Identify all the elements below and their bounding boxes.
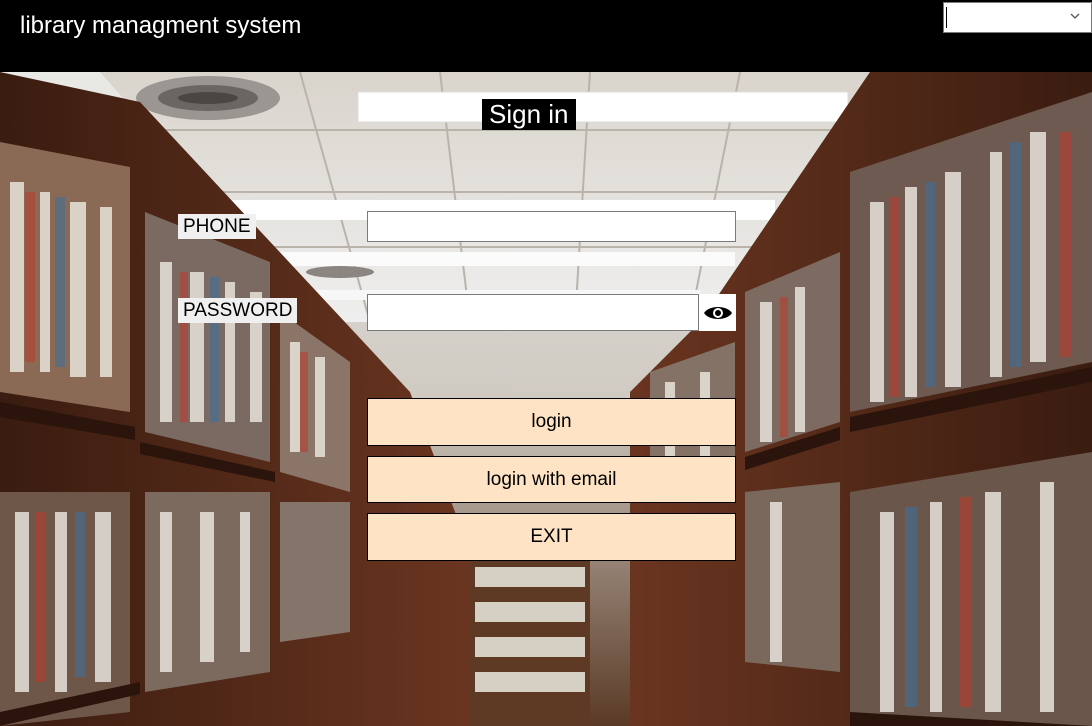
exit-button[interactable]: EXIT <box>367 513 736 561</box>
login-button[interactable]: login <box>367 398 736 446</box>
login-with-email-button[interactable]: login with email <box>367 456 736 503</box>
eye-icon <box>703 306 732 319</box>
language-select[interactable] <box>943 2 1092 33</box>
phone-input[interactable] <box>367 211 736 242</box>
password-label: PASSWORD <box>178 298 298 323</box>
app-title: library managment system <box>20 12 302 39</box>
text-caret <box>946 7 947 28</box>
sign-in-heading: Sign in <box>482 99 576 130</box>
show-password-button[interactable] <box>698 294 736 331</box>
chevron-down-icon <box>1070 13 1080 19</box>
password-input[interactable] <box>367 294 736 331</box>
title-bar: library managment system <box>0 0 1092 72</box>
phone-label: PHONE <box>178 214 256 239</box>
